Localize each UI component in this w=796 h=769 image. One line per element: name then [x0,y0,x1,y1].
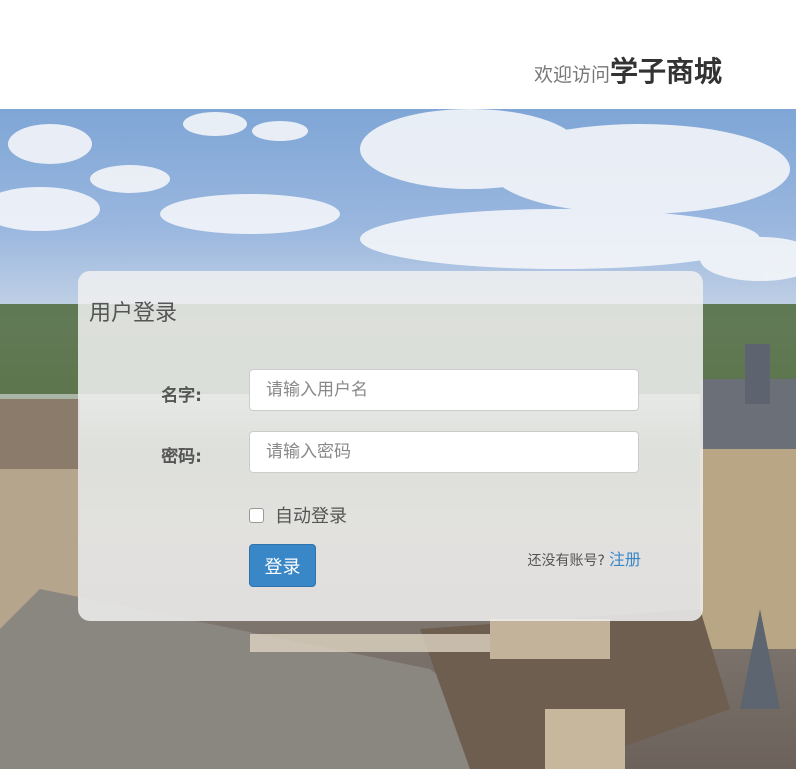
welcome-banner: 欢迎访问学子商城 [534,50,722,90]
username-label: 名字: [161,386,202,406]
register-hint: 还没有账号? [527,553,605,569]
divider [88,343,693,344]
brand-name: 学子商城 [609,55,722,88]
login-title: 用户登录 [89,301,178,326]
welcome-text: 欢迎访问 [533,64,610,86]
remember-checkbox[interactable] [249,507,264,523]
password-label: 密码: [161,447,202,467]
remember-me[interactable]: 自动登录 [249,502,347,528]
register-prompt: 还没有账号? 注册 [528,546,641,570]
register-link[interactable]: 注册 [609,550,641,569]
login-button[interactable]: 登录 [249,544,316,587]
login-panel: 用户登录 名字: 密码: 自动登录 登录 还没有账号?注册 [78,271,703,621]
site-header: 欢迎访问学子商城 [0,0,796,109]
remember-label: 自动登录 [275,506,347,527]
password-input[interactable] [249,431,639,473]
username-input[interactable] [249,369,639,411]
